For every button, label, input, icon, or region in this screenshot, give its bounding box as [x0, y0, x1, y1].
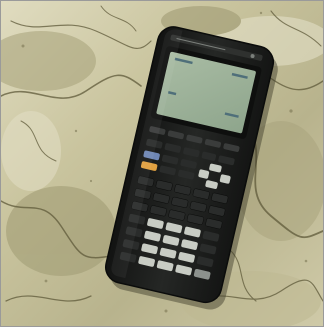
photo	[0, 0, 324, 327]
calculator-on-marble-photo	[1, 1, 323, 326]
